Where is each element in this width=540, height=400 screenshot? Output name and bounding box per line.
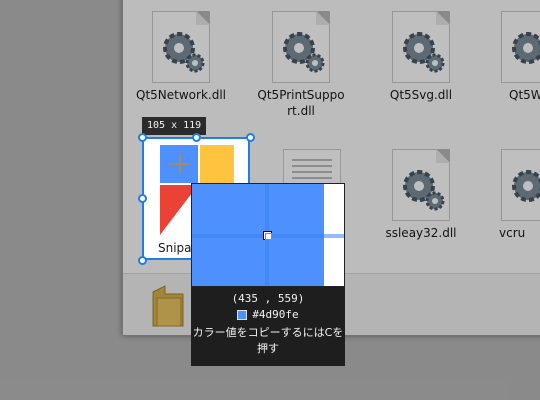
resize-handle-top-left[interactable] bbox=[138, 133, 147, 142]
color-swatch bbox=[237, 310, 248, 320]
crosshair-center bbox=[263, 231, 272, 240]
dll-gear-icon bbox=[501, 11, 540, 83]
file-item[interactable]: Qt5Network.dll bbox=[133, 11, 229, 103]
file-name: ssleay32.dll bbox=[385, 226, 457, 240]
file-name: Qt5Network.dll bbox=[136, 88, 226, 102]
resize-handle-top-right[interactable] bbox=[246, 133, 255, 142]
file-item[interactable]: Qt5PrintSupport.dll bbox=[253, 11, 349, 119]
color-hex: #4d90fe bbox=[252, 308, 299, 321]
file-name: vcru bbox=[499, 226, 526, 240]
magnifier-info-panel: (435 , 559) #4d90fe カラー値をコピーするにはCを押す bbox=[191, 287, 345, 366]
resize-handle-bottom-left[interactable] bbox=[138, 256, 147, 265]
dll-gear-icon bbox=[392, 11, 450, 83]
color-magnifier bbox=[191, 183, 345, 287]
cursor-coordinates: (435 , 559) bbox=[231, 292, 305, 305]
copy-color-hint: カラー値をコピーするにはCを押す bbox=[192, 326, 344, 355]
file-name: Qt5Svg.dll bbox=[389, 88, 453, 102]
color-value-row: #4d90fe bbox=[191, 307, 345, 323]
file-name: Snipa bbox=[158, 241, 192, 255]
file-item[interactable]: Qt5W bbox=[489, 11, 540, 103]
folder-icon bbox=[152, 285, 184, 327]
dll-gear-icon bbox=[392, 149, 450, 221]
dll-gear-icon bbox=[501, 149, 540, 221]
file-name: Qt5PrintSupport.dll bbox=[257, 88, 345, 118]
dll-gear-icon bbox=[152, 11, 210, 83]
resize-handle-top[interactable] bbox=[192, 133, 201, 142]
file-name: Qt5W bbox=[509, 88, 540, 102]
resize-handle-left[interactable] bbox=[138, 194, 147, 203]
file-item[interactable]: vcru bbox=[489, 149, 540, 241]
file-item[interactable]: ssleay32.dll bbox=[373, 149, 469, 241]
dll-gear-icon bbox=[272, 11, 330, 83]
file-item[interactable]: Qt5Svg.dll bbox=[373, 11, 469, 103]
